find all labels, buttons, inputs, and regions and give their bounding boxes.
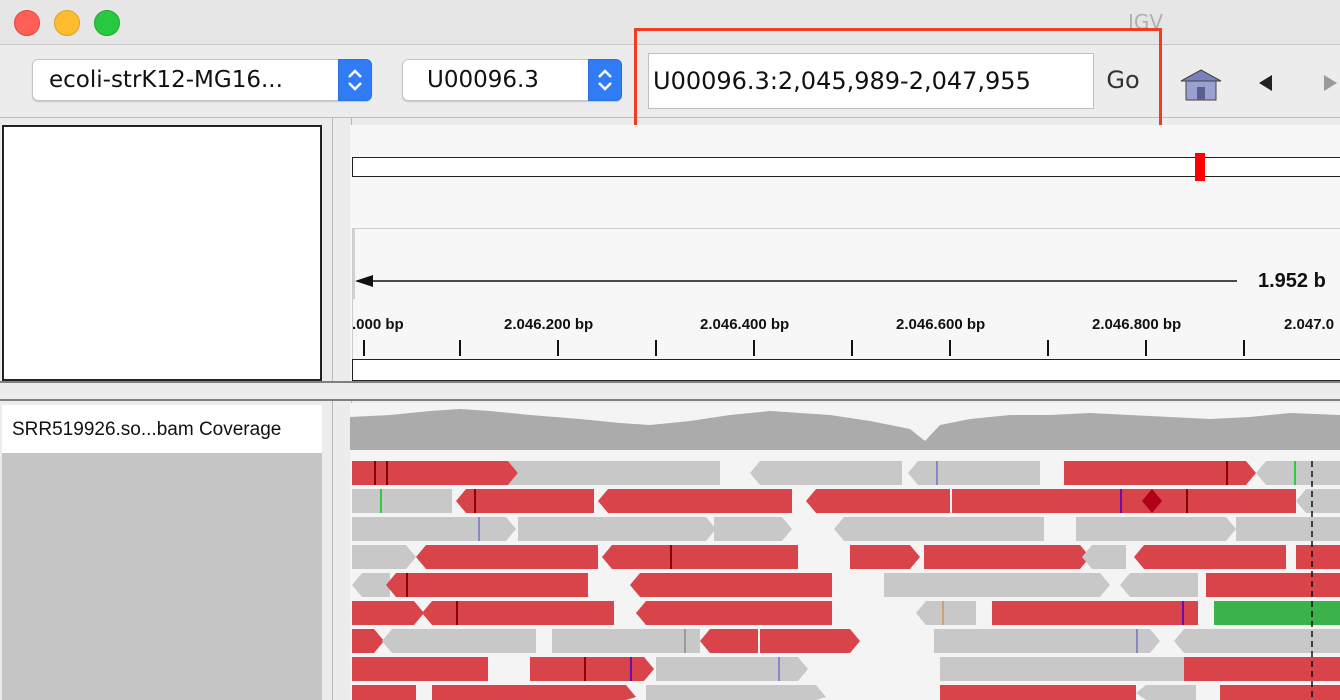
read [352, 657, 488, 681]
read [1256, 461, 1340, 485]
chromosome-select[interactable]: U00096.3 [402, 59, 622, 101]
read [1174, 629, 1340, 653]
read [760, 629, 860, 653]
read [940, 685, 1136, 700]
read [598, 489, 792, 513]
read [456, 489, 594, 513]
read [552, 629, 700, 653]
read [884, 573, 1110, 597]
tick-label: 2.046.800 bp [1092, 316, 1182, 333]
track-name-coverage[interactable]: SRR519926.so...bam Coverage [2, 405, 322, 453]
chromosome-select-value: U00096.3 [427, 67, 539, 93]
read [352, 461, 518, 485]
read [432, 685, 636, 700]
tick-mark [363, 340, 365, 356]
panel-splitter[interactable] [0, 381, 1340, 401]
chromosome-chevron-icon[interactable] [588, 59, 622, 101]
read [602, 545, 798, 569]
read [1296, 545, 1340, 569]
panel-divider[interactable] [332, 118, 352, 700]
read [916, 601, 976, 625]
read [630, 573, 832, 597]
ideogram-current-region [1195, 153, 1205, 181]
read [636, 601, 832, 625]
tick-mark [459, 340, 461, 356]
tick-label: 2.047.0 [1284, 316, 1335, 333]
chromosome-ideogram[interactable] [352, 157, 1340, 177]
read [1134, 545, 1286, 569]
read [1236, 517, 1340, 541]
tick-label: .000 bp [352, 316, 404, 333]
read [352, 629, 384, 653]
alignment-canvas[interactable] [350, 403, 1340, 700]
read [908, 461, 1040, 485]
home-icon[interactable] [1178, 67, 1224, 108]
tick-mark [753, 340, 755, 356]
tick-mark [1047, 340, 1049, 356]
read [422, 601, 614, 625]
ruler-name-panel [2, 125, 322, 381]
tick-mark [1243, 340, 1245, 356]
read [806, 489, 950, 513]
forward-icon[interactable] [1322, 73, 1340, 98]
span-label: 1.952 b [1258, 270, 1326, 292]
read [508, 461, 720, 485]
read [352, 517, 516, 541]
read [940, 657, 1186, 681]
read [1136, 685, 1196, 700]
coverage-histogram [350, 409, 1340, 450]
read [1184, 657, 1340, 681]
zoom-window-icon[interactable] [94, 10, 120, 36]
tick-label: 2.046.200 bp [504, 316, 594, 333]
read [352, 489, 452, 513]
read [352, 573, 390, 597]
read [714, 517, 792, 541]
read [952, 489, 1296, 513]
read [530, 657, 654, 681]
tick-label: 2.046.600 bp [896, 316, 986, 333]
tick-mark [655, 340, 657, 356]
minimize-window-icon[interactable] [54, 10, 80, 36]
track-name-label: SRR519926.so...bam Coverage [12, 419, 282, 440]
read [1296, 489, 1340, 513]
read [992, 601, 1198, 625]
read [850, 545, 920, 569]
read [382, 629, 536, 653]
tick-mark [1145, 340, 1147, 356]
alignment-track-name-panel[interactable] [2, 453, 322, 700]
read [416, 545, 598, 569]
genome-select[interactable]: ecoli-strK12-MG16... [32, 59, 372, 101]
tick-mark [557, 340, 559, 356]
read [656, 657, 808, 681]
read [518, 517, 716, 541]
read [352, 545, 416, 569]
read [750, 461, 902, 485]
read [1076, 517, 1236, 541]
read [1214, 601, 1340, 625]
tick-mark [949, 340, 951, 356]
read [1220, 685, 1340, 700]
read [352, 685, 416, 700]
ruler-bottom-bar [352, 359, 1340, 381]
tick-label: 2.046.400 bp [700, 316, 790, 333]
alignment-data-area[interactable] [350, 403, 1340, 700]
read [1082, 545, 1126, 569]
read [924, 545, 1090, 569]
read [934, 629, 1160, 653]
read [352, 601, 424, 625]
read [646, 685, 826, 700]
close-window-icon[interactable] [14, 10, 40, 36]
read [1206, 573, 1340, 597]
back-icon[interactable] [1256, 73, 1276, 98]
tick-mark [851, 340, 853, 356]
genome-select-value: ecoli-strK12-MG16... [49, 67, 283, 93]
read [834, 517, 1044, 541]
read [700, 629, 758, 653]
genome-chevron-icon[interactable] [338, 59, 372, 101]
read [1120, 573, 1198, 597]
read [386, 573, 588, 597]
